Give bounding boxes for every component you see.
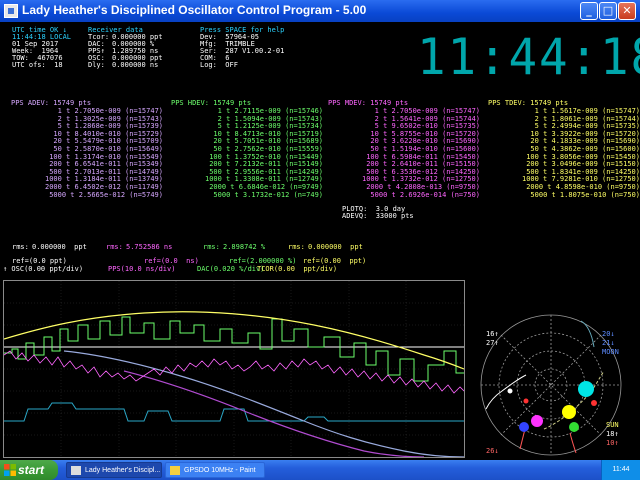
temp-trace bbox=[63, 350, 465, 458]
log-status: Log: OFF bbox=[200, 61, 238, 69]
taskbar-item-paint[interactable]: GPSDO 10MHz - Paint bbox=[165, 462, 265, 478]
dly-value: 0.000000 ns bbox=[112, 61, 159, 69]
taskbar-item-label: Lady Heather's Discipl... bbox=[85, 467, 161, 474]
sat-label-26: 26↓ bbox=[486, 447, 499, 455]
sat-red-small bbox=[523, 398, 529, 404]
osc-scale: ↑ OSC(0.00 ppt/div) bbox=[3, 265, 84, 273]
sat-green bbox=[569, 422, 579, 432]
sat-label-10: 10↑ bbox=[606, 439, 619, 447]
sun-marker bbox=[562, 405, 576, 419]
deviation-table-row: 2000 t 6.6846e-012 (n=9749) bbox=[209, 183, 323, 191]
deviation-table-row: 1 t 1.5617e-009 (n=15747) bbox=[534, 107, 640, 115]
deviation-table-row: 1 t 2.7115e-009 (n=15746) bbox=[217, 107, 323, 115]
rms-osc-label: rms: bbox=[12, 243, 29, 251]
rms-dac-value: 2.898742 % bbox=[223, 243, 266, 251]
sat-red bbox=[591, 400, 597, 406]
dly-label: Dly: bbox=[88, 61, 105, 69]
paint-icon bbox=[170, 466, 180, 475]
pps-scale: PPS(10.0 ns/div) bbox=[108, 265, 176, 273]
deviation-table-header: PPS TDEV: 15749 pts bbox=[488, 99, 569, 107]
sat-label-18: 18↑ bbox=[606, 430, 619, 438]
plot-svg bbox=[3, 281, 465, 458]
deviation-table-header: PPS MDEV: 15749 pts bbox=[328, 99, 409, 107]
start-label: start bbox=[18, 463, 45, 477]
osc-ref: ref=(0.0 ppt) bbox=[12, 257, 67, 265]
start-button[interactable]: start bbox=[0, 460, 58, 480]
window-title: Lady Heather's Disciplined Oscillator Co… bbox=[22, 3, 367, 17]
big-clock: 11:44:18 bbox=[417, 28, 640, 86]
rms-osc-value: 0.000000 ppt bbox=[32, 243, 87, 251]
taskbar-item-heather[interactable]: Lady Heather's Discipl... bbox=[66, 462, 162, 478]
deviation-table-row: 5000 t 3.1732e-012 (n=749) bbox=[213, 190, 323, 199]
sat-27-track bbox=[485, 374, 527, 410]
plot-area[interactable] bbox=[3, 280, 465, 458]
deviation-table-row: 2000 t 4.8598e-010 (n=9750) bbox=[526, 183, 640, 191]
deviation-table-row: 2000 t 6.4502e-012 (n=11749) bbox=[44, 183, 163, 191]
sat-label-16: 16↑ bbox=[486, 330, 499, 338]
app-window-icon bbox=[71, 466, 81, 475]
sat-label-27: 27↑ bbox=[486, 339, 499, 347]
dac-cyan-trace bbox=[4, 402, 464, 422]
deviation-table-row: 50 t 1.5194e-010 (n=15600) bbox=[370, 145, 480, 153]
deviation-table-header: PPS ADEV: 15749 pts bbox=[11, 99, 92, 107]
tcor-scale: TCOR(0.00 ppt/div) bbox=[257, 265, 338, 273]
app-icon bbox=[4, 4, 18, 18]
maximize-button[interactable]: □ bbox=[599, 2, 617, 20]
taskbar: start Lady Heather's Discipl... GPSDO 10… bbox=[0, 460, 640, 480]
window-titlebar[interactable]: Lady Heather's Disciplined Oscillator Co… bbox=[0, 0, 640, 22]
deviation-table-row: 1 t 2.7050e-009 (n=15747) bbox=[374, 107, 480, 115]
rms-tcor-value: 0.000000 ppt bbox=[308, 243, 363, 251]
moon-marker bbox=[578, 381, 594, 397]
program-client-area: UTC time OK ↓ 11:44:18 LOCAL 01 Sep 2017… bbox=[3, 22, 640, 460]
tcor-ref: ref=(0.00 ppt) bbox=[303, 257, 367, 265]
windows-flag-icon bbox=[4, 464, 16, 476]
deviation-table-row: 50 t 2.7562e-010 (n=15559) bbox=[213, 145, 323, 153]
rms-pps-label: rms: bbox=[106, 243, 123, 251]
sun-label: SUN bbox=[606, 421, 619, 429]
taskbar-item-label: GPSDO 10MHz - Paint bbox=[184, 467, 256, 474]
sun-track bbox=[543, 370, 605, 430]
deviation-table-row: 2000 t 4.2808e-013 (n=9750) bbox=[366, 183, 480, 191]
deviation-table-row: 5000 t 2.6926e-014 (n=750) bbox=[370, 190, 480, 199]
deviation-table-row: 5000 t 1.8075e-010 (n=750) bbox=[530, 190, 640, 199]
deviation-table-row: 5000 t 2.5665e-012 (n=5749) bbox=[49, 190, 163, 199]
deviation-table-row: 50 t 2.5870e-010 (n=15649) bbox=[53, 145, 163, 153]
sat-white bbox=[507, 388, 513, 394]
sky-map-rings bbox=[480, 314, 622, 456]
satellite-sky-map[interactable]: 16↑ 27↑ 20↓ 21↓ MOON SUN 18↑ 10↑ 26↓ bbox=[466, 305, 636, 460]
minimize-button[interactable]: _ bbox=[580, 2, 598, 20]
sat-blue bbox=[519, 422, 529, 432]
close-button[interactable]: ✕ bbox=[618, 2, 636, 20]
deviation-table-header: PPS HDEV: 15749 pts bbox=[171, 99, 252, 107]
deviation-table-row: 50 t 4.3862e-009 (n=15600) bbox=[530, 145, 640, 153]
rms-pps-value: 5.752586 ns bbox=[126, 243, 173, 251]
dac-ref: ref=(2.000000 %) bbox=[229, 257, 297, 265]
sat-magenta bbox=[531, 415, 543, 427]
rms-dac-label: rms: bbox=[203, 243, 220, 251]
rms-tcor-label: rms: bbox=[288, 243, 305, 251]
moon-label: MOON bbox=[602, 348, 619, 356]
system-tray-clock[interactable]: 11:44 bbox=[601, 460, 640, 480]
dac-scale: DAC(0.020 %/div) bbox=[197, 265, 265, 273]
deviation-table-row: 1 t 2.7050e-009 (n=15747) bbox=[57, 107, 163, 115]
sat-label-21: 21↓ bbox=[602, 339, 615, 347]
plot-grid bbox=[4, 281, 464, 457]
sat-10-track bbox=[569, 432, 577, 454]
sat-label-20: 20↓ bbox=[602, 330, 615, 338]
utc-offset: UTC ofs: 18 bbox=[12, 61, 63, 69]
adevq-label: ADEVQ: 33000 pts bbox=[342, 212, 414, 220]
pps-ref: ref=(0.0 ns) bbox=[144, 257, 199, 265]
